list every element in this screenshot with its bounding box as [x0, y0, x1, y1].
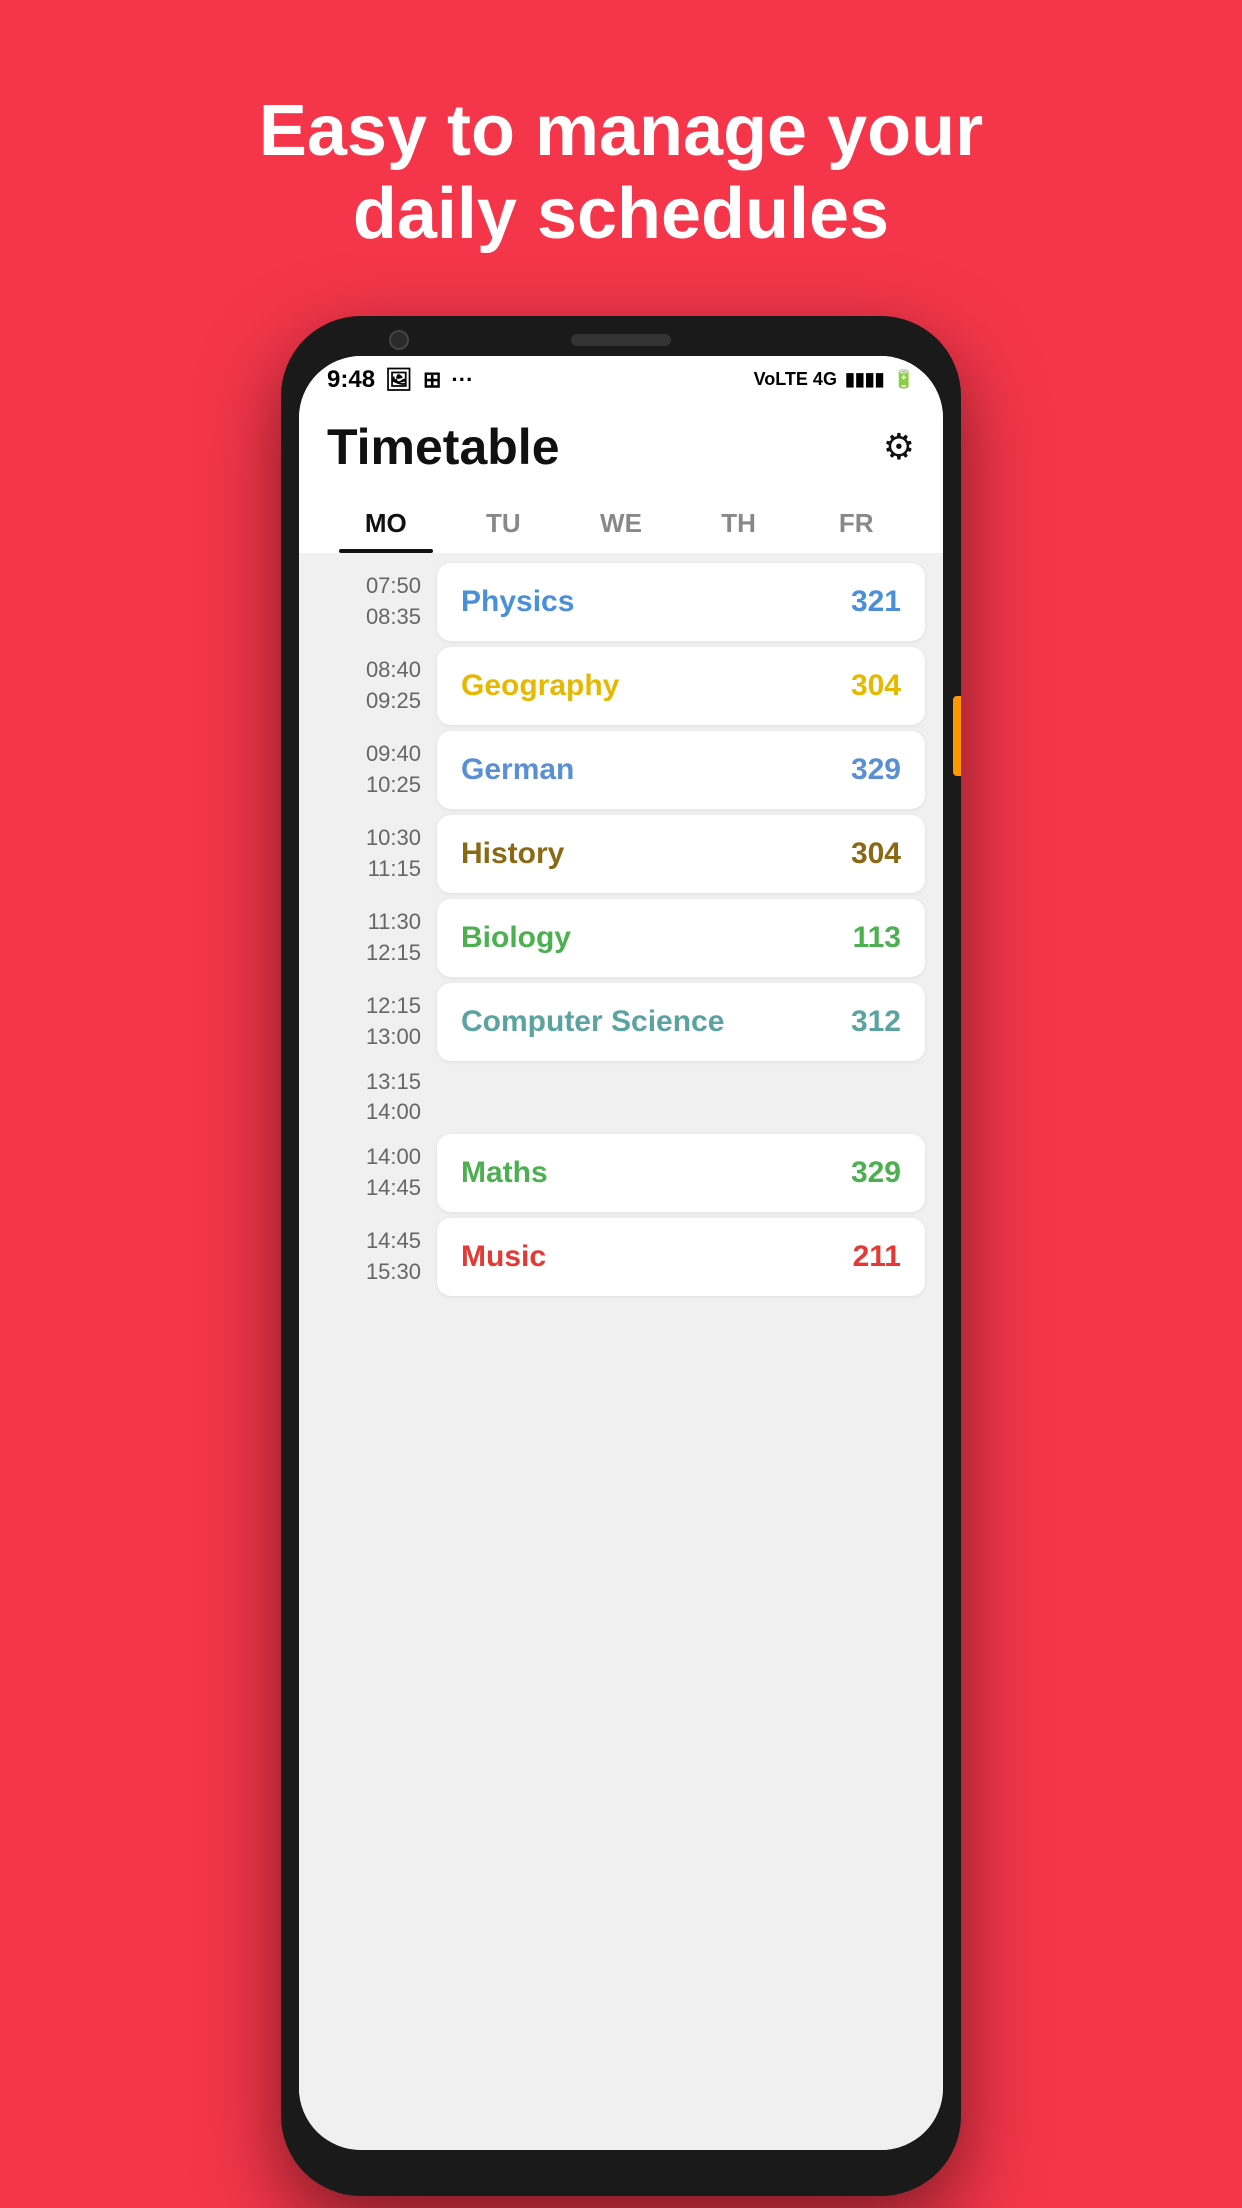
phone-screen: 9:48 🖼 ⊞ ··· VoLTE 4G ▮▮▮▮ 🔋 Timetable ⚙…: [299, 356, 943, 2150]
status-signal-text: VoLTE 4G: [754, 369, 837, 390]
time-block-cs: 12:15 13:00: [317, 991, 437, 1053]
subject-room-biology: 113: [853, 921, 901, 955]
status-battery-icon: 🔋: [893, 369, 915, 390]
schedule-row-cs: 12:15 13:00 Computer Science 312: [299, 983, 943, 1061]
schedule-row-music: 14:45 15:30 Music 211: [299, 1218, 943, 1296]
subject-card-maths[interactable]: Maths 329: [437, 1134, 925, 1212]
schedule-row-empty: 13:15 14:00: [299, 1067, 943, 1129]
schedule-row-german: 09:40 10:25 German 329: [299, 731, 943, 809]
subject-card-empty: [437, 1075, 925, 1119]
status-right: VoLTE 4G ▮▮▮▮ 🔋: [754, 369, 915, 390]
subject-name-music: Music: [461, 1240, 546, 1274]
time-block-empty: 13:15 14:00: [317, 1067, 437, 1129]
subject-name-biology: Biology: [461, 921, 571, 955]
status-time: 9:48: [327, 366, 375, 394]
subject-card-history[interactable]: History 304: [437, 815, 925, 893]
status-grid-icon: ⊞: [423, 367, 441, 393]
tab-friday[interactable]: FR: [797, 494, 915, 553]
side-scroll-indicator: [953, 696, 961, 776]
subject-name-physics: Physics: [461, 585, 574, 619]
app-title: Timetable: [327, 418, 560, 476]
time-block-physics: 07:50 08:35: [317, 571, 437, 633]
time-block-biology: 11:30 12:15: [317, 907, 437, 969]
app-title-row: Timetable ⚙: [327, 418, 915, 494]
time-block-music: 14:45 15:30: [317, 1226, 437, 1288]
status-dots-icon: ···: [451, 367, 473, 393]
subject-card-german[interactable]: German 329: [437, 731, 925, 809]
schedule-row-maths: 14:00 14:45 Maths 329: [299, 1134, 943, 1212]
status-bar: 9:48 🖼 ⊞ ··· VoLTE 4G ▮▮▮▮ 🔋: [299, 356, 943, 400]
tab-tuesday[interactable]: TU: [445, 494, 563, 553]
subject-card-physics[interactable]: Physics 321: [437, 563, 925, 641]
subject-room-history: 304: [851, 837, 901, 871]
tab-thursday[interactable]: TH: [680, 494, 798, 553]
day-tabs: MO TU WE TH FR: [327, 494, 915, 553]
subject-card-music[interactable]: Music 211: [437, 1218, 925, 1296]
subject-name-cs: Computer Science: [461, 1005, 724, 1039]
time-block-history: 10:30 11:15: [317, 823, 437, 885]
subject-name-geography: Geography: [461, 669, 619, 703]
tab-monday[interactable]: MO: [327, 494, 445, 553]
schedule-row-history: 10:30 11:15 History 304: [299, 815, 943, 893]
subject-card-cs[interactable]: Computer Science 312: [437, 983, 925, 1061]
phone-speaker: [571, 334, 671, 346]
tab-wednesday[interactable]: WE: [562, 494, 680, 553]
time-block-maths: 14:00 14:45: [317, 1142, 437, 1204]
phone-device: 9:48 🖼 ⊞ ··· VoLTE 4G ▮▮▮▮ 🔋 Timetable ⚙…: [281, 316, 961, 2196]
status-photo-icon: 🖼: [385, 367, 413, 393]
schedule-list: 07:50 08:35 Physics 321 08:40 09:25 Geog…: [299, 553, 943, 2150]
subject-card-biology[interactable]: Biology 113: [437, 899, 925, 977]
schedule-row-physics: 07:50 08:35 Physics 321: [299, 563, 943, 641]
subject-room-music: 211: [853, 1240, 901, 1274]
app-header: Timetable ⚙ MO TU WE TH FR: [299, 400, 943, 553]
time-block-german: 09:40 10:25: [317, 739, 437, 801]
status-left: 9:48 🖼 ⊞ ···: [327, 366, 473, 394]
time-block-geography: 08:40 09:25: [317, 655, 437, 717]
subject-room-geography: 304: [851, 669, 901, 703]
subject-room-german: 329: [851, 753, 901, 787]
schedule-row-biology: 11:30 12:15 Biology 113: [299, 899, 943, 977]
phone-camera: [389, 330, 409, 350]
subject-card-geography[interactable]: Geography 304: [437, 647, 925, 725]
subject-room-physics: 321: [851, 585, 901, 619]
settings-icon[interactable]: ⚙: [883, 426, 915, 468]
subject-room-maths: 329: [851, 1156, 901, 1190]
subject-room-cs: 312: [851, 1005, 901, 1039]
schedule-row-geography: 08:40 09:25 Geography 304: [299, 647, 943, 725]
headline-line2: daily schedules: [353, 174, 889, 254]
status-bars-icon: ▮▮▮▮: [845, 369, 885, 390]
subject-name-maths: Maths: [461, 1156, 548, 1190]
headline-line1: Easy to manage your: [259, 91, 983, 171]
phone-top-bar: [299, 334, 943, 346]
subject-name-history: History: [461, 837, 564, 871]
app-headline: Easy to manage your daily schedules: [179, 90, 1063, 256]
subject-name-german: German: [461, 753, 574, 787]
